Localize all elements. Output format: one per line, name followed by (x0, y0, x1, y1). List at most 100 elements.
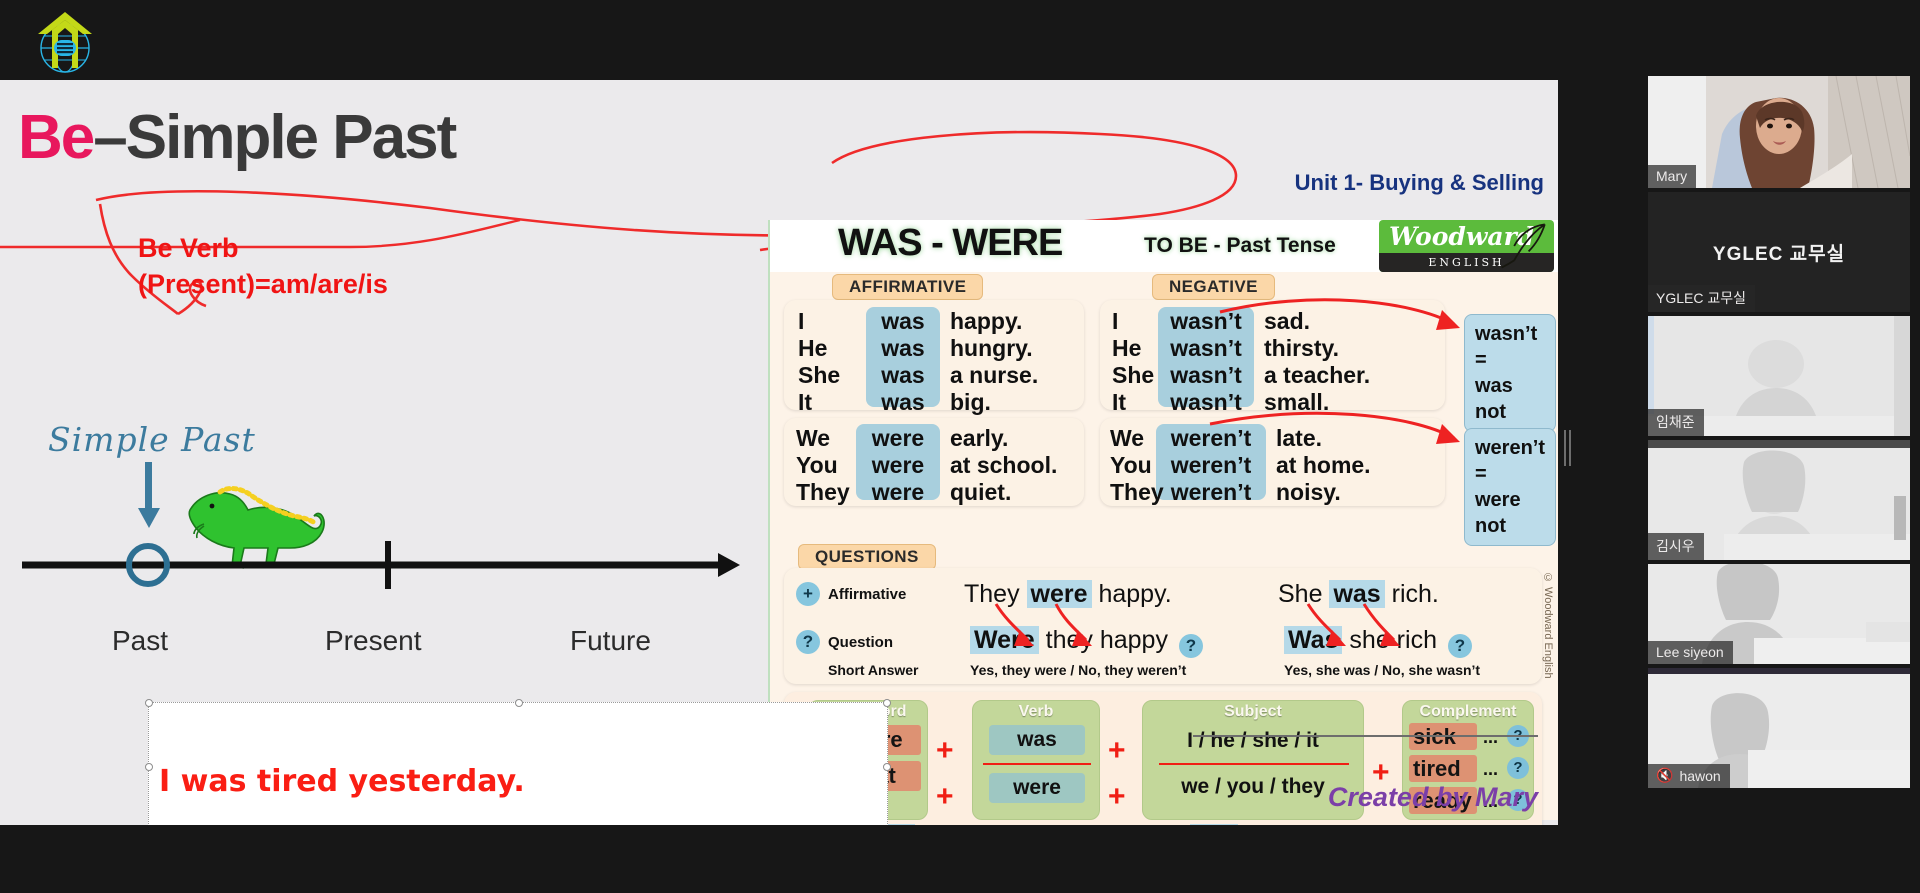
werent-equals-box: weren’t = were not (1464, 428, 1556, 546)
aff2-verbs: were were were (871, 425, 925, 505)
name-chip-hawon: 🔇 hawon (1648, 764, 1730, 788)
complement-tired: tired (1409, 755, 1477, 782)
aff2-subjects: We You They (796, 425, 850, 505)
affirmative-label: AFFIRMATIVE (832, 274, 984, 300)
name-chip-kimsiwoo: 김시우 (1648, 533, 1704, 560)
short-answer-label: Short Answer (828, 662, 919, 678)
verb-column-title: Verb (1018, 703, 1054, 720)
top-bar (0, 0, 1650, 80)
video-tile-leesiyeon[interactable]: Lee siyeon (1648, 564, 1910, 664)
questions-question-row-label: Question (828, 634, 894, 651)
chart-header: WAS - WERE TO BE - Past Tense Woodward E… (770, 220, 1558, 272)
q-left-question: Were they happy ? (970, 626, 1203, 658)
subject-column-title: Subject (1224, 703, 1282, 720)
plus-1a: + (936, 734, 954, 767)
microphone-muted-icon: 🔇 (1656, 767, 1674, 783)
q-right-qmark: ? (1447, 634, 1472, 658)
fern-icon (1501, 223, 1546, 269)
aff1-verbs: was was was was (881, 308, 925, 415)
plus-2b: + (1108, 780, 1126, 813)
panel-drag-handle[interactable] (1563, 430, 1573, 466)
neg2-verbs: weren’t weren’t weren’t (1170, 425, 1252, 505)
affirmative-block-2: We You They were were were early. at sch… (784, 418, 1084, 506)
timeline-label-present: Present (325, 625, 422, 656)
timeline-graphic (22, 541, 740, 589)
text-line-1: I was tired yesterday. (159, 764, 525, 799)
timeline-label-future: Future (570, 625, 651, 656)
participant-name: 임채준 (1656, 414, 1695, 430)
complement-column-title: Complement (1419, 703, 1517, 720)
negative-block-1: I He She It wasn’t wasn’t wasn’t wasn’t … (1100, 300, 1445, 415)
video-participants-panel: Mary YGLEC 교무실 YGLEC 교무실 임채준 김시우 Lee siy… (1648, 76, 1910, 836)
resize-handle-tr[interactable] (883, 699, 891, 707)
q-right-short-answer: Yes, she was / No, she wasn’t (1284, 662, 1481, 678)
verb-were: were (989, 773, 1085, 803)
aff2-complements: early. at school. quiet. (950, 425, 1058, 505)
neg1-subjects: I He She It (1112, 308, 1155, 415)
woodward-english-logo: Woodward ENGLISH (1379, 220, 1554, 272)
screen-root: Be–Simple Past Be Verb (Present)=am/are/… (0, 0, 1920, 893)
participant-name: Lee siyeon (1656, 644, 1724, 660)
yglec-logo-icon (38, 12, 92, 73)
q-left-short-answer: Yes, they were / No, they weren’t (970, 662, 1187, 678)
down-arrow-icon (138, 462, 160, 528)
aff1-complements: happy. hungry. a nurse. big. (950, 308, 1039, 415)
example-line-1-right: - When was she nervous? (1114, 824, 1380, 825)
complement-dots-1: ... (1483, 727, 1499, 747)
q-left-affirmative: They were happy. (964, 580, 1172, 608)
unit-label: Unit 1- Buying & Selling (1294, 170, 1544, 195)
timeline-label-past: Past (112, 625, 169, 656)
negative-label: NEGATIVE (1152, 274, 1275, 300)
aff1-subjects: I He She It (798, 308, 841, 415)
neg1-verbs: wasn’t wasn’t wasn’t wasn’t (1170, 308, 1242, 415)
neg2-complements: late. at home. noisy. (1276, 425, 1371, 505)
neg1-complements: sad. thirsty. a teacher. small. (1264, 308, 1371, 415)
resize-handle-tc[interactable] (515, 699, 523, 707)
video-tile-hawon[interactable]: 🔇 hawon (1648, 668, 1910, 788)
participant-name: YGLEC 교무실 (1656, 290, 1746, 306)
video-tile-mary[interactable]: Mary (1648, 76, 1910, 188)
be-verb-note: Be Verb (Present)=am/are/is (138, 233, 388, 300)
questions-label: QUESTIONS (798, 544, 936, 570)
participant-name: 김시우 (1656, 538, 1695, 554)
complement-dots-2: ... (1483, 759, 1499, 779)
video-tile-kimsiwoo[interactable]: 김시우 (1648, 440, 1910, 560)
name-chip-yglec-office: YGLEC 교무실 (1648, 285, 1755, 312)
wasnt-equals-box: wasn’t = was not (1464, 314, 1556, 432)
simple-past-label: Simple Past (48, 420, 256, 459)
name-chip-mary: Mary (1648, 165, 1697, 188)
page-title: Be–Simple Past (18, 102, 457, 173)
page-title-be: Be (18, 103, 95, 172)
negative-block-2: We You They weren’t weren’t weren’t late… (1100, 418, 1445, 506)
video-tile-imchaejun[interactable]: 임채준 (1648, 316, 1910, 436)
questions-panel: + Affirmative ? Question Short Answer Th… (784, 568, 1542, 684)
verb-was: was (989, 725, 1085, 755)
resize-handle-tl[interactable] (145, 699, 153, 707)
chart-subtitle: TO BE - Past Tense (1144, 234, 1336, 257)
q-right-question: Was she rich ? (1284, 626, 1472, 658)
questions-affirmative-row-label: Affirmative (828, 586, 907, 603)
video-tile-yglec-office[interactable]: YGLEC 교무실 YGLEC 교무실 (1648, 192, 1910, 312)
presentation-slide[interactable]: Be–Simple Past Be Verb (Present)=am/are/… (0, 80, 1558, 825)
resize-handle-mr[interactable] (883, 763, 891, 771)
participant-name: Mary (1656, 168, 1688, 184)
participant-name: hawon (1679, 767, 1721, 784)
chart-body: AFFIRMATIVE NEGATIVE QUESTIONS I He She … (770, 272, 1558, 825)
subject-singular: I / he / she / it (1187, 729, 1319, 752)
verb-column: Verb was were (972, 700, 1100, 820)
text-box-content[interactable]: I was tired yesterday. I was *reading AI… (149, 703, 887, 825)
footer-divider-line (1193, 735, 1538, 737)
chart-title: WAS - WERE (838, 222, 1063, 264)
plus-1b: + (936, 780, 954, 813)
editable-text-box[interactable]: I was tired yesterday. I was *reading AI… (145, 699, 891, 825)
resize-handle-ml[interactable] (145, 763, 153, 771)
q-left-qmark: ? (1178, 634, 1203, 658)
created-by-label: Created by Mary (1327, 782, 1538, 812)
page-title-rest: –Simple Past (93, 103, 457, 172)
affirmative-plus-badge: + (796, 582, 820, 606)
plus-2a: + (1108, 734, 1126, 767)
question-mark-badge: ? (796, 630, 820, 654)
complement-qmark-2: ? (1507, 757, 1529, 779)
affirmative-block-1: I He She It was was was was happy. hungr… (784, 300, 1084, 415)
name-chip-leesiyeon: Lee siyeon (1648, 641, 1733, 664)
